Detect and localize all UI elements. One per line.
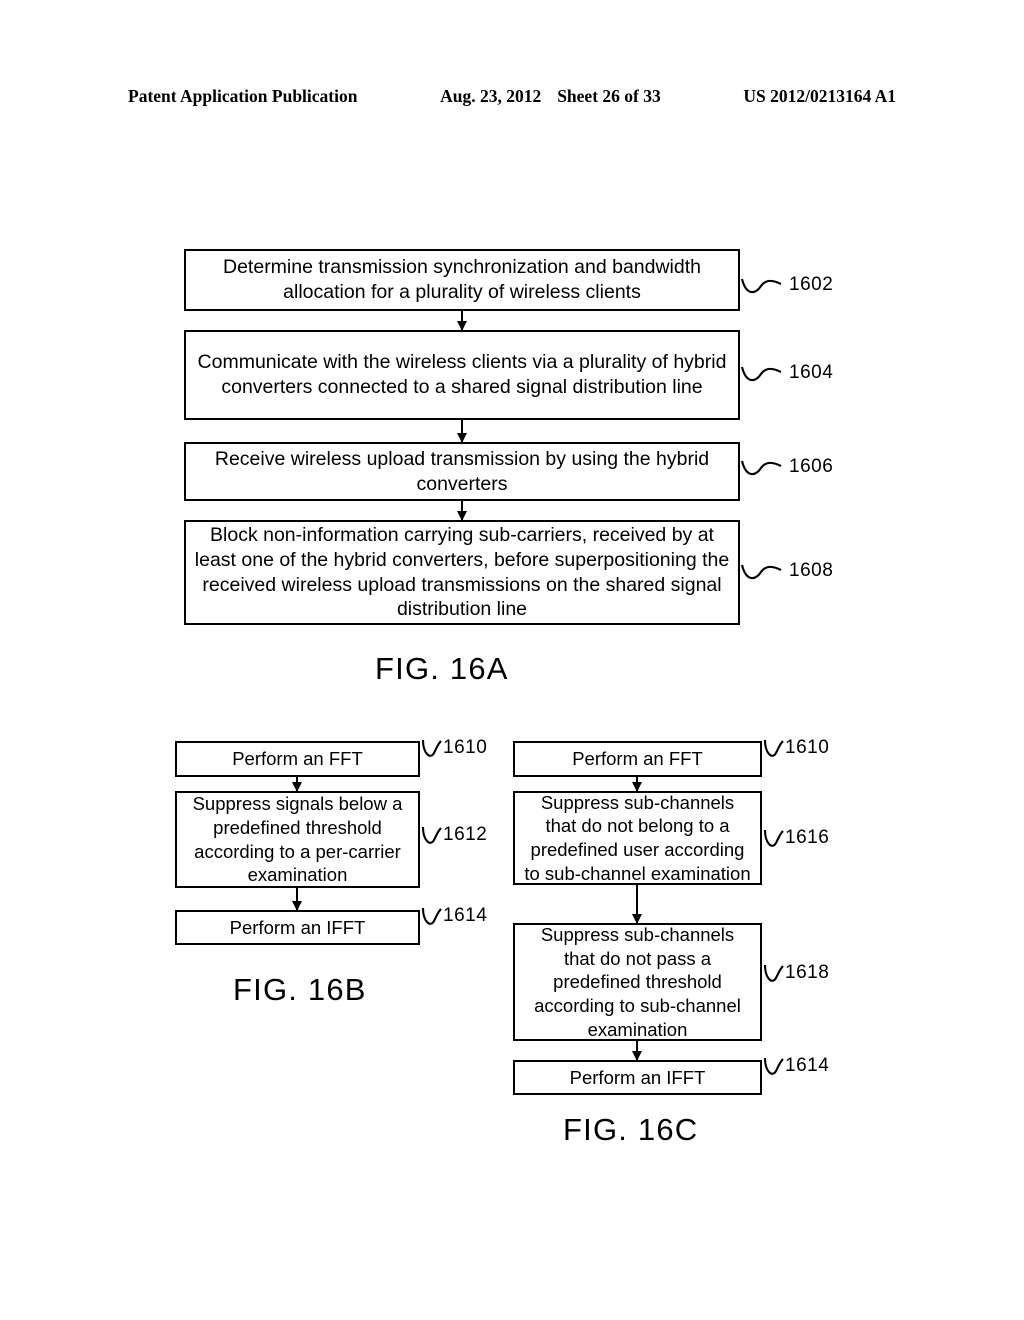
connector-16c-1618-1614 bbox=[636, 1041, 638, 1060]
reference-leader-16c-1610: 1610 bbox=[763, 737, 829, 761]
flow-box-16c-1618-label: Suppress sub-channels that do not pass a… bbox=[534, 923, 741, 1040]
header-patent-number: US 2012/0213164 A1 bbox=[743, 86, 896, 106]
leader-squiggle-icon bbox=[763, 739, 784, 757]
flow-box-16c-1616-label: Suppress sub-channels that do not belong… bbox=[524, 791, 751, 884]
flow-box-16c-1614-label: Perform an IFFT bbox=[569, 1066, 706, 1088]
flow-box-16b-1612: Suppress signals below a predefined thre… bbox=[175, 791, 420, 888]
connector-1606-1608 bbox=[461, 501, 463, 520]
flow-box-1606-label: Receive wireless upload transmission by … bbox=[214, 447, 710, 495]
leader-squiggle-icon bbox=[421, 739, 442, 757]
leader-squiggle-icon bbox=[763, 1057, 784, 1075]
connector-16c-1610-1616 bbox=[636, 777, 638, 791]
flow-box-16b-1612-label: Suppress signals below a predefined thre… bbox=[192, 793, 403, 886]
figure-caption-16b: FIG. 16B bbox=[233, 972, 367, 1007]
flow-box-16b-1614-label: Perform an IFFT bbox=[229, 916, 366, 938]
reference-leader-16b-1612: 1612 bbox=[421, 824, 487, 848]
reference-number-1606: 1606 bbox=[789, 456, 834, 477]
leader-squiggle-icon bbox=[763, 964, 784, 982]
header-date: Aug. 23, 2012 bbox=[440, 86, 542, 106]
figure-caption-16a: FIG. 16A bbox=[375, 651, 509, 686]
connector-16c-1616-1618 bbox=[636, 885, 638, 923]
flow-box-1602: Determine transmission synchronization a… bbox=[184, 249, 740, 311]
leader-squiggle-icon bbox=[421, 826, 442, 844]
reference-number-1604: 1604 bbox=[789, 362, 834, 383]
reference-number-16c-1610: 1610 bbox=[785, 737, 830, 758]
reference-leader-16c-1614: 1614 bbox=[763, 1055, 829, 1079]
page-header: Patent Application Publication Aug. 23, … bbox=[128, 86, 896, 107]
connector-16b-1610-1612 bbox=[296, 777, 298, 791]
flow-box-16c-1610-label: Perform an FFT bbox=[572, 748, 703, 770]
leader-squiggle-icon bbox=[741, 564, 782, 580]
reference-number-16b-1612: 1612 bbox=[443, 824, 488, 845]
leader-squiggle-icon bbox=[741, 278, 782, 294]
flow-box-1604: Communicate with the wireless clients vi… bbox=[184, 330, 740, 420]
flow-box-16c-1610: Perform an FFT bbox=[513, 741, 762, 777]
flow-box-1604-label: Communicate with the wireless clients vi… bbox=[197, 351, 727, 398]
reference-leader-1606: 1606 bbox=[741, 456, 833, 478]
flow-box-16b-1610-label: Perform an FFT bbox=[232, 748, 363, 770]
flow-box-1608: Block non-information carrying sub-carri… bbox=[184, 520, 740, 625]
leader-squiggle-icon bbox=[763, 829, 784, 847]
connector-16b-1612-1614 bbox=[296, 888, 298, 910]
leader-squiggle-icon bbox=[421, 907, 442, 925]
leader-squiggle-icon bbox=[741, 366, 782, 382]
flow-box-16b-1610: Perform an FFT bbox=[175, 741, 420, 777]
flow-box-1606: Receive wireless upload transmission by … bbox=[184, 442, 740, 501]
reference-leader-1604: 1604 bbox=[741, 362, 833, 384]
leader-squiggle-icon bbox=[741, 460, 782, 476]
reference-leader-16b-1614: 1614 bbox=[421, 905, 487, 929]
header-sheet-number: Sheet 26 of 33 bbox=[557, 86, 661, 106]
reference-number-16c-1616: 1616 bbox=[785, 827, 830, 848]
flow-box-16b-1614: Perform an IFFT bbox=[175, 910, 420, 945]
header-publication-title: Patent Application Publication bbox=[128, 86, 358, 106]
connector-1602-1604 bbox=[461, 311, 463, 330]
flow-box-16c-1616: Suppress sub-channels that do not belong… bbox=[513, 791, 762, 885]
reference-number-16c-1618: 1618 bbox=[785, 962, 830, 983]
flow-box-16c-1618: Suppress sub-channels that do not pass a… bbox=[513, 923, 762, 1041]
figure-caption-16c: FIG. 16C bbox=[563, 1112, 699, 1147]
reference-leader-16c-1618: 1618 bbox=[763, 962, 829, 986]
reference-leader-1602: 1602 bbox=[741, 274, 833, 296]
reference-leader-16c-1616: 1616 bbox=[763, 827, 829, 851]
reference-number-16b-1614: 1614 bbox=[443, 905, 488, 926]
flow-box-1602-label: Determine transmission synchronization a… bbox=[223, 256, 701, 303]
connector-1604-1606 bbox=[461, 420, 463, 442]
reference-leader-1608: 1608 bbox=[741, 560, 833, 582]
reference-number-16c-1614: 1614 bbox=[785, 1055, 830, 1076]
reference-number-16b-1610: 1610 bbox=[443, 737, 488, 758]
flow-box-16c-1614: Perform an IFFT bbox=[513, 1060, 762, 1095]
reference-number-1608: 1608 bbox=[789, 560, 834, 581]
reference-number-1602: 1602 bbox=[789, 274, 834, 295]
reference-leader-16b-1610: 1610 bbox=[421, 737, 487, 761]
flow-box-1608-label: Block non-information carrying sub-carri… bbox=[194, 523, 730, 621]
header-center-group: Aug. 23, 2012 Sheet 26 of 33 bbox=[440, 86, 661, 107]
